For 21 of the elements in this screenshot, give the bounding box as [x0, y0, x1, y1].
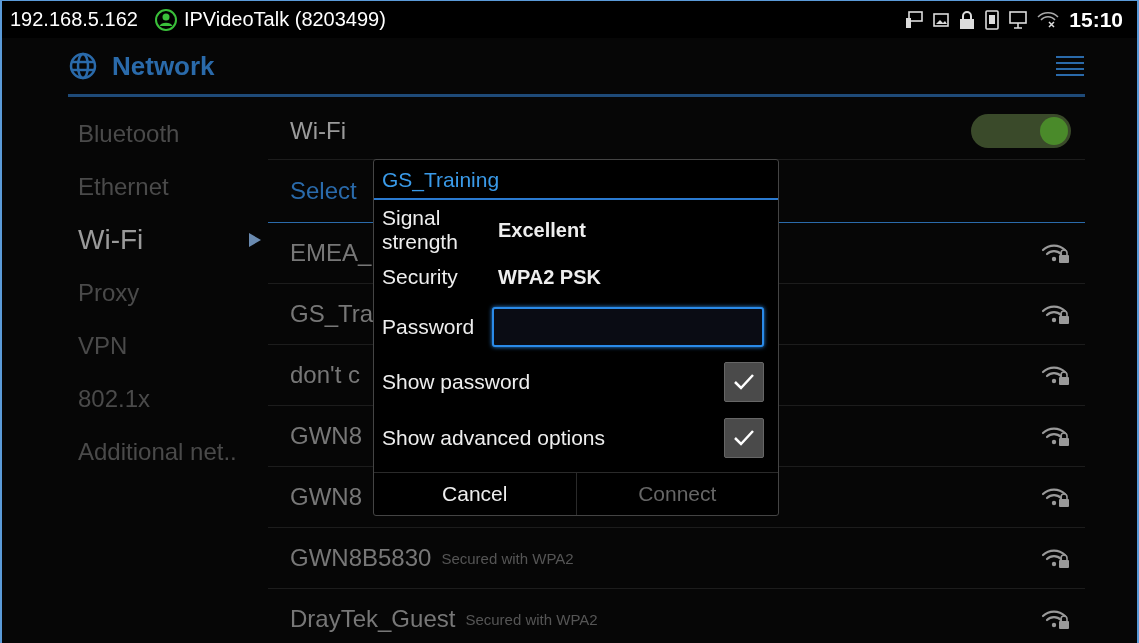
- info-label: Signal strength: [382, 206, 459, 254]
- section-header: Select: [290, 177, 357, 205]
- network-name: GWN8: [290, 422, 362, 450]
- security-text: Secured with WPA2: [441, 549, 574, 567]
- network-name: EMEA_: [290, 239, 372, 267]
- network-name: GWN8B5830: [290, 544, 432, 572]
- network-name: don't c: [290, 361, 360, 389]
- network-name: GS_Tra: [290, 300, 374, 328]
- page-title: Network: [112, 50, 215, 82]
- network-name: GWN8: [290, 483, 362, 511]
- wifi-label: Wi-Fi: [290, 117, 346, 145]
- account-name: IPVideoTalk (8203499): [183, 8, 386, 31]
- security-text: Secured with WPA2: [465, 610, 598, 628]
- ip-address: 192.168.5.162: [10, 8, 138, 31]
- option-label: Show password: [382, 370, 531, 394]
- dialog-title: GS_Training: [374, 160, 778, 200]
- option-label: Show advanced options: [382, 426, 605, 450]
- network-name: DrayTek_Guest: [290, 605, 456, 633]
- password-label: Password: [382, 315, 475, 339]
- clock: 15:10: [1069, 7, 1123, 32]
- info-value: Excellent: [498, 218, 586, 242]
